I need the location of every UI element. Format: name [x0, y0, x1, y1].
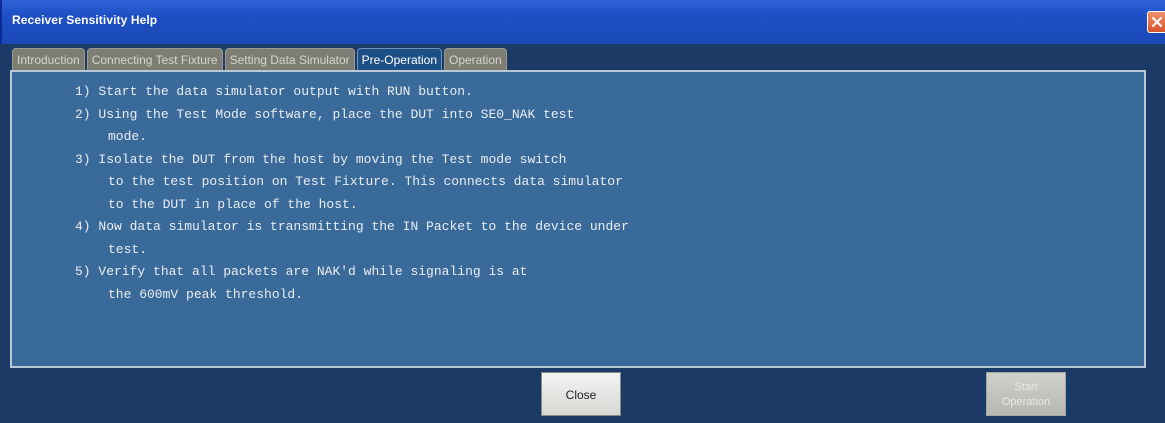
title-bar[interactable]: Receiver Sensitivity Help [0, 0, 1165, 44]
step-continuation: to the DUT in place of the host. [108, 196, 358, 212]
close-icon [1152, 17, 1162, 27]
tab-introduction[interactable]: Introduction [12, 48, 85, 70]
window-close-button[interactable] [1147, 11, 1165, 33]
help-content-panel: 1) Start the data simulator output with … [10, 70, 1146, 368]
step-line: 5) Verify that all packets are NAK'd whi… [75, 264, 528, 279]
step-line: 4) Now data simulator is transmitting th… [75, 219, 629, 234]
window-title: Receiver Sensitivity Help [12, 13, 158, 27]
start-operation-button[interactable]: Start Operation [986, 372, 1066, 416]
step-continuation: mode. [108, 129, 148, 144]
step-line: 3) Isolate the DUT from the host by movi… [75, 151, 567, 167]
step-continuation: to the test position on Test Fixture. Th… [108, 174, 623, 189]
start-operation-label-line1: Start [1014, 381, 1038, 393]
start-operation-label-line2: Operation [1001, 396, 1051, 408]
step-line: 2) Using the Test Mode software, place t… [75, 106, 575, 122]
tab-pre-operation[interactable]: Pre-Operation [356, 48, 442, 70]
tab-operation[interactable]: Operation [444, 48, 507, 70]
help-window: Receiver Sensitivity Help Introduction C… [0, 0, 1165, 423]
step-continuation: test. [108, 241, 148, 257]
close-button[interactable]: Close [541, 372, 621, 416]
tab-setting-data-simulator[interactable]: Setting Data Simulator [224, 48, 355, 70]
step-line: 1) Start the data simulator output with … [75, 84, 473, 99]
tab-connecting-test-fixture[interactable]: Connecting Test Fixture [86, 48, 223, 70]
help-text: 1) Start the data simulator output with … [12, 81, 1142, 306]
tab-strip: Introduction Connecting Test Fixture Set… [12, 48, 509, 70]
step-continuation: the 600mV peak threshold. [108, 286, 304, 302]
